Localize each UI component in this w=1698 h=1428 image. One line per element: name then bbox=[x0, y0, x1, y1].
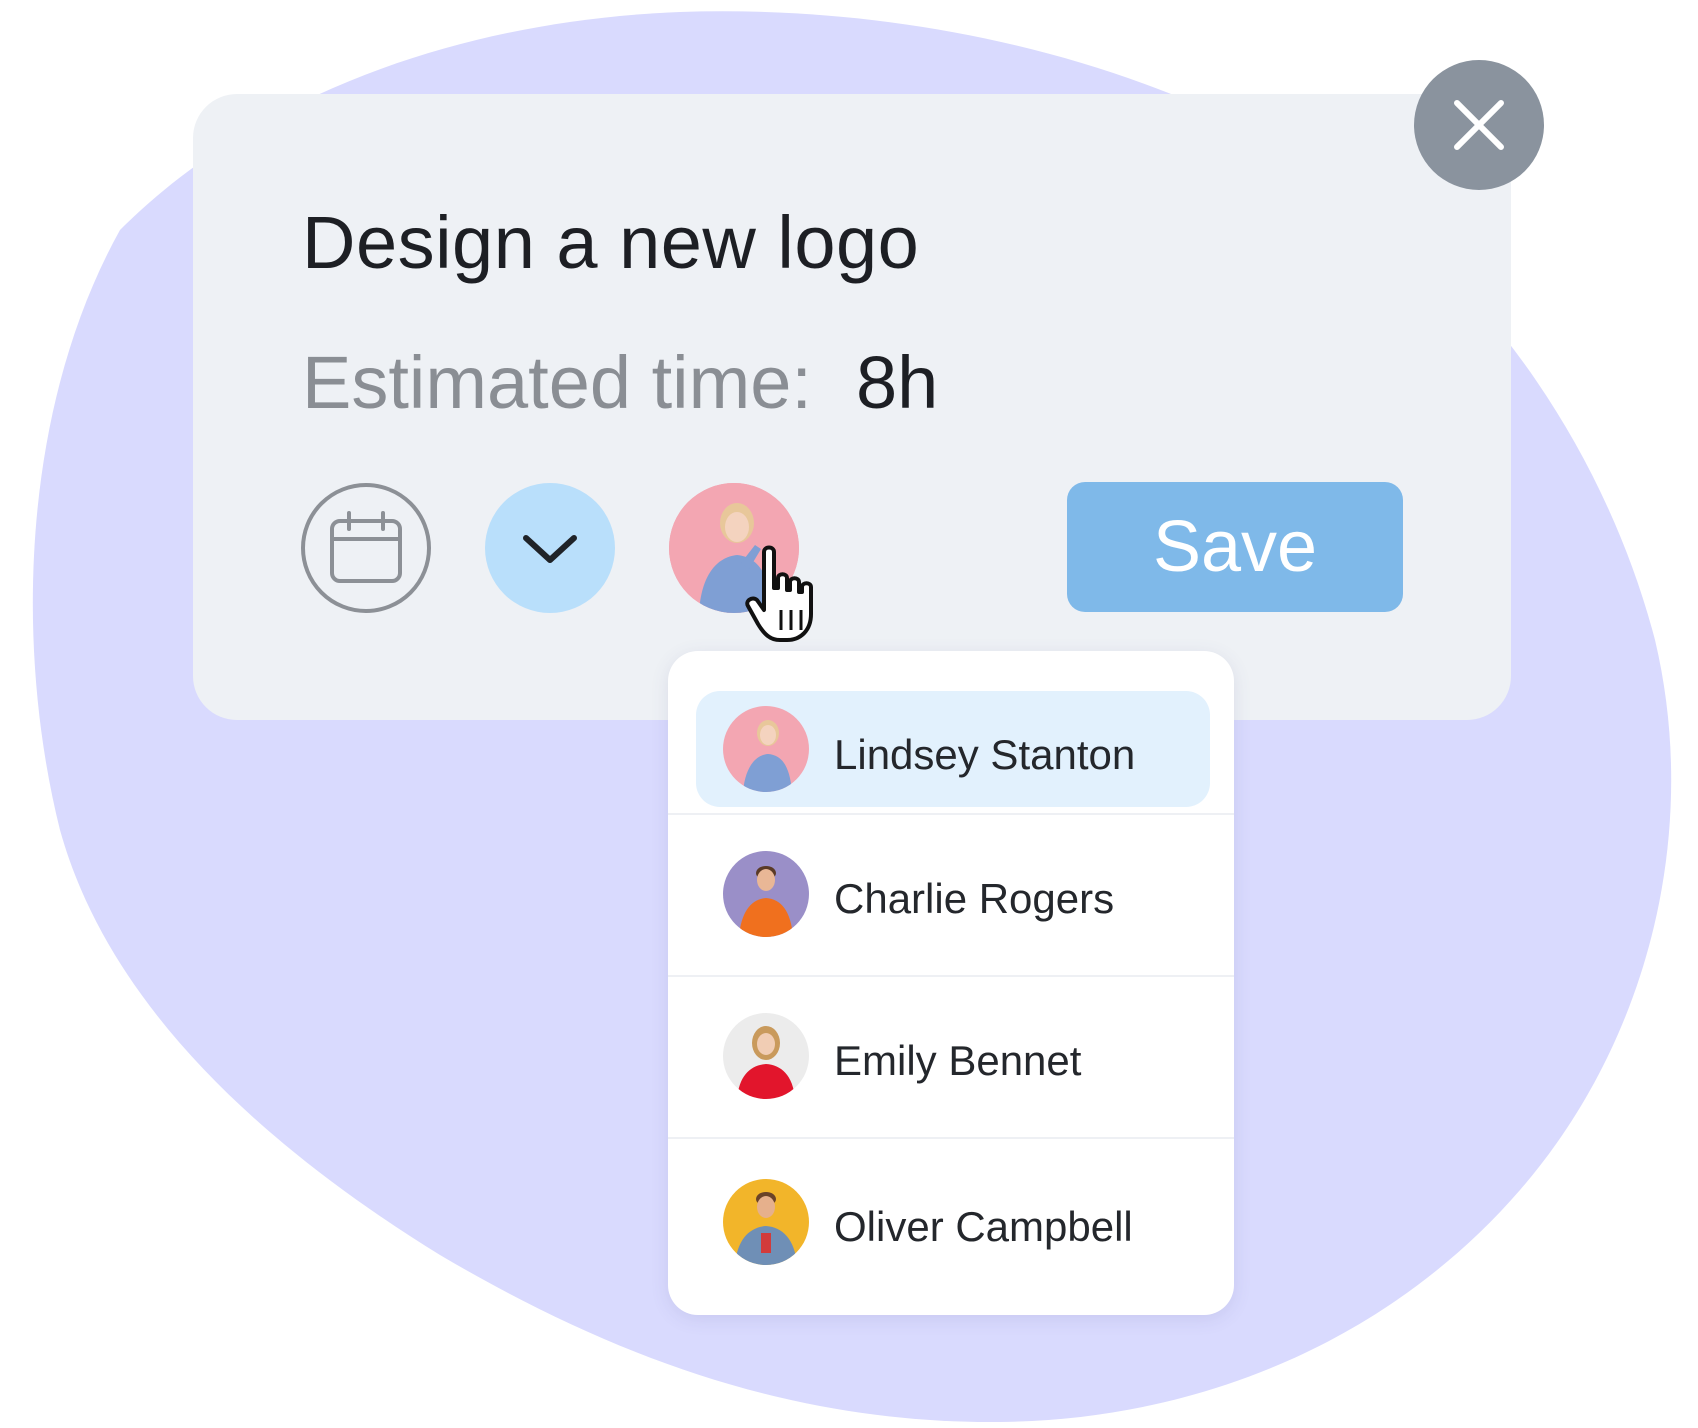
chevron-down-icon bbox=[523, 535, 577, 563]
divider bbox=[668, 1137, 1234, 1139]
divider bbox=[668, 975, 1234, 977]
estimate-row: Estimated time: 8h bbox=[302, 340, 938, 425]
divider bbox=[668, 813, 1234, 815]
assignee-dropdown: Lindsey Stanton Charlie Rogers Emily Ben… bbox=[668, 651, 1234, 1315]
avatar-image bbox=[723, 851, 809, 937]
task-card: Design a new logo Estimated time: 8h Sav… bbox=[193, 94, 1511, 720]
close-button[interactable] bbox=[1414, 60, 1544, 190]
avatar-image bbox=[723, 706, 809, 792]
close-icon bbox=[1454, 100, 1504, 150]
task-title: Design a new logo bbox=[302, 201, 920, 284]
assignee-option-oliver[interactable]: Oliver Campbell bbox=[668, 1137, 1234, 1299]
estimate-value[interactable]: 8h bbox=[856, 341, 938, 424]
assignee-option-emily[interactable]: Emily Bennet bbox=[668, 975, 1234, 1137]
avatar bbox=[723, 1013, 809, 1099]
assignee-option-lindsey[interactable]: Lindsey Stanton bbox=[668, 651, 1234, 813]
avatar-image bbox=[723, 1179, 809, 1265]
stage: Design a new logo Estimated time: 8h Sav… bbox=[0, 0, 1698, 1428]
priority-dropdown-button[interactable] bbox=[485, 483, 615, 613]
assignee-name: Oliver Campbell bbox=[834, 1203, 1133, 1250]
assignee-option-charlie[interactable]: Charlie Rogers bbox=[668, 813, 1234, 975]
hand-pointer-icon bbox=[745, 545, 813, 642]
avatar-image bbox=[723, 1013, 809, 1099]
assignee-name: Charlie Rogers bbox=[834, 875, 1115, 922]
avatar bbox=[723, 1179, 809, 1265]
save-button[interactable]: Save bbox=[1067, 482, 1403, 612]
calendar-button[interactable] bbox=[301, 483, 431, 613]
avatar bbox=[723, 851, 809, 937]
estimate-label: Estimated time: bbox=[302, 341, 812, 424]
calendar-icon bbox=[330, 511, 402, 583]
avatar bbox=[723, 706, 809, 792]
assignee-name: Emily Bennet bbox=[834, 1037, 1082, 1084]
assignee-name: Lindsey Stanton bbox=[834, 731, 1136, 778]
